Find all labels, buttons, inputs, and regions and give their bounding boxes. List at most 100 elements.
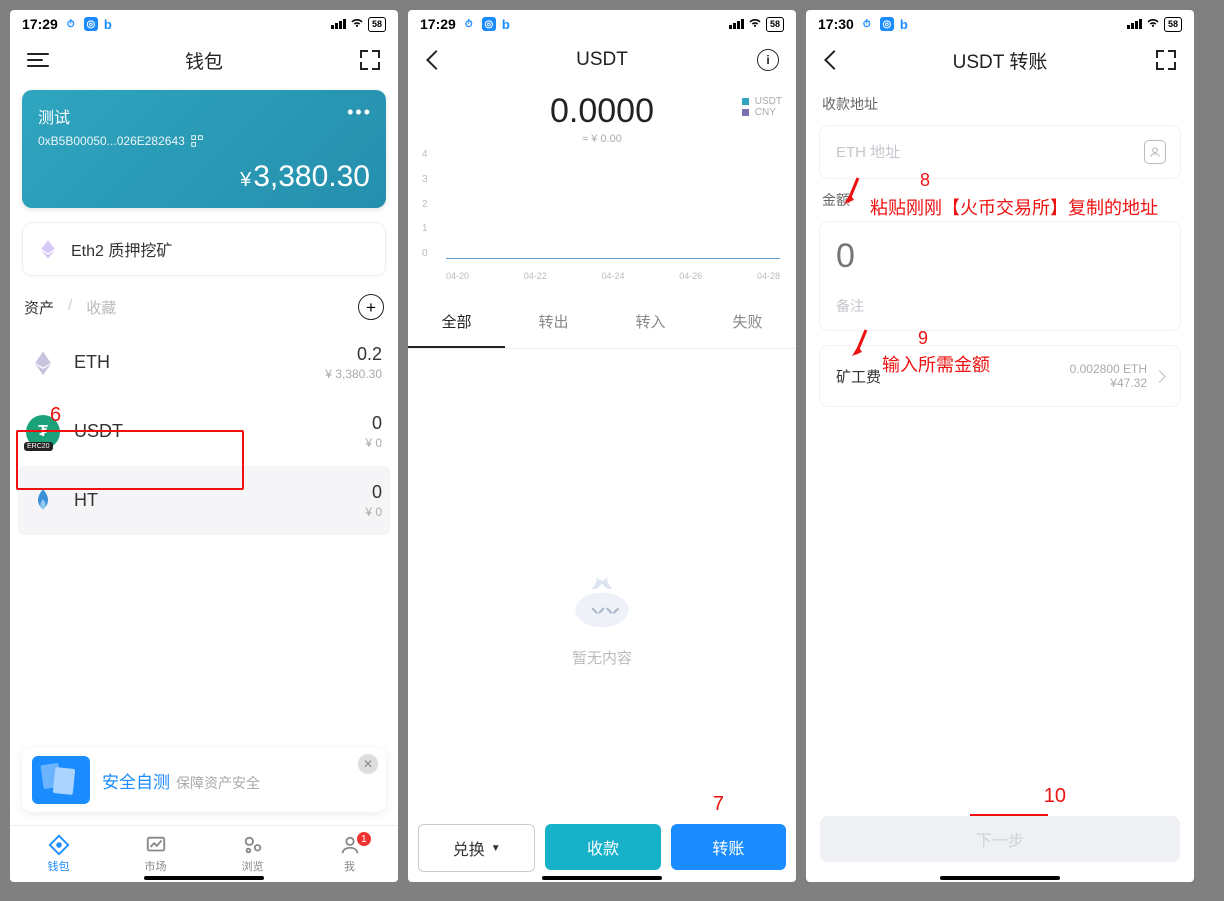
asset-row-usdt[interactable]: ₮ ERC20 USDT 0¥ 0: [22, 397, 386, 466]
nav-market[interactable]: 市场: [107, 826, 204, 882]
app-header: USDT i: [408, 38, 796, 82]
token-balance: 0.0000: [408, 92, 796, 131]
asset-fiat: ¥ 0: [365, 505, 382, 519]
tab-fail[interactable]: 失败: [699, 297, 796, 348]
swap-button[interactable]: 兑换▼: [418, 824, 535, 872]
wifi-icon: [350, 18, 364, 31]
contact-icon[interactable]: [1144, 140, 1166, 164]
tab-fav[interactable]: 收藏: [86, 297, 116, 318]
chevron-down-icon: ▼: [491, 843, 501, 854]
receive-button[interactable]: 收款: [545, 824, 660, 870]
scan-icon[interactable]: [356, 46, 384, 74]
header-title: 钱包: [10, 47, 398, 74]
status-time: 17:30: [818, 16, 854, 32]
recv-label: 收款地址: [806, 88, 1194, 120]
info-icon[interactable]: i: [754, 46, 782, 74]
doc-icon: [32, 756, 90, 804]
back-icon[interactable]: [422, 46, 450, 74]
tab-all[interactable]: 全部: [408, 297, 505, 348]
close-icon[interactable]: ✕: [358, 754, 378, 774]
tab-assets[interactable]: 资产: [24, 297, 54, 318]
more-icon[interactable]: •••: [347, 102, 372, 123]
menu-icon[interactable]: [24, 46, 52, 74]
chart-legend: USDT CNY: [742, 96, 782, 118]
battery-icon: 58: [1164, 17, 1182, 32]
phone-transfer: 17:30 ⏱ ◎ b 58 USDT 转账 收款地址: [806, 10, 1194, 882]
signal-icon: [729, 19, 744, 29]
x-tick: 04-24: [601, 271, 624, 281]
y-tick: 1: [422, 223, 428, 234]
next-button[interactable]: 下一步: [820, 816, 1180, 862]
eth-icon: [37, 238, 59, 260]
arrow-icon: [852, 328, 876, 356]
wallet-icon: [48, 834, 70, 856]
asset-row-ht[interactable]: HT 0 ¥ 0: [18, 466, 390, 535]
ht-token-icon: [26, 484, 60, 518]
b-icon: b: [104, 17, 112, 32]
clock-icon: ⏱: [860, 17, 874, 31]
asset-symbol: HT: [74, 490, 365, 511]
asset-symbol: USDT: [74, 421, 365, 442]
nav-browse[interactable]: 浏览: [204, 826, 301, 882]
nav-wallet[interactable]: 钱包: [10, 826, 107, 882]
app-badge-icon: ◎: [880, 17, 894, 31]
scan-icon[interactable]: [1152, 46, 1180, 74]
stake-label: Eth2 质押挖矿: [71, 237, 172, 261]
phone-wallet-home: 17:29 ⏱ ◎ b 58 钱包 测试 •••: [10, 10, 398, 882]
y-tick: 2: [422, 199, 428, 210]
memo-input[interactable]: [834, 297, 1170, 315]
status-bar: 17:29 ⏱ ◎ b 58: [408, 10, 796, 38]
wallet-address[interactable]: 0xB5B00050...026E282643: [38, 134, 370, 148]
amount-input[interactable]: [834, 236, 1170, 277]
x-tick: 04-22: [524, 271, 547, 281]
asset-fiat: ¥ 0: [365, 436, 382, 450]
annotation-6: 6: [50, 404, 61, 427]
app-badge-icon: ◎: [84, 17, 98, 31]
asset-row-eth[interactable]: ETH 0.2¥ 3,380.30: [22, 328, 386, 397]
status-bar: 17:29 ⏱ ◎ b 58: [10, 10, 398, 38]
signal-icon: [1127, 19, 1142, 29]
security-banner[interactable]: 安全自测保障资产安全 ✕: [22, 748, 386, 812]
tx-tabs: 全部 转出 转入 失败: [408, 297, 796, 349]
wallet-balance: ¥3,380.30: [38, 160, 370, 194]
wifi-icon: [748, 18, 762, 31]
b-icon: b: [502, 17, 510, 32]
whale-icon: [562, 563, 642, 633]
promo-subtitle: 保障资产安全: [176, 775, 260, 791]
back-icon[interactable]: [820, 46, 848, 74]
b-icon: b: [900, 17, 908, 32]
header-title: USDT: [408, 49, 796, 71]
tab-in[interactable]: 转入: [602, 297, 699, 348]
nav-me[interactable]: 1 我: [301, 826, 398, 882]
badge: 1: [357, 832, 371, 846]
status-time: 17:29: [420, 16, 456, 32]
add-asset-icon[interactable]: +: [358, 294, 384, 320]
browse-icon: [242, 834, 264, 856]
bottom-nav: 钱包 市场 浏览 1 我: [10, 825, 398, 882]
eth2-stake-row[interactable]: Eth2 质押挖矿: [22, 222, 386, 276]
app-header: 钱包: [10, 38, 398, 82]
header-title: USDT 转账: [806, 47, 1194, 74]
arrow-icon: [844, 176, 868, 204]
y-tick: 0: [422, 248, 428, 259]
asset-amount: 0.2: [325, 344, 382, 365]
wallet-name: 测试: [38, 104, 370, 128]
battery-icon: 58: [766, 17, 784, 32]
balance-chart: 4 3 2 1 0 04-20 04-22 04-24 04-26 04-28: [418, 149, 786, 289]
asset-amount: 0: [365, 413, 382, 434]
amount-field[interactable]: [820, 222, 1180, 330]
market-icon: [145, 834, 167, 856]
transfer-button[interactable]: 转账: [671, 824, 786, 870]
address-input[interactable]: [834, 143, 1144, 162]
address-field[interactable]: [820, 126, 1180, 178]
battery-icon: 58: [368, 17, 386, 32]
asset-amount: 0: [365, 482, 382, 503]
balance-block: 0.0000 ≈ ¥ 0.00 USDT CNY: [408, 82, 796, 149]
home-indicator: [542, 876, 662, 880]
eth-token-icon: [26, 346, 60, 380]
annotation-10: 10: [1044, 785, 1066, 808]
wallet-card[interactable]: 测试 ••• 0xB5B00050...026E282643 ¥3,380.30: [22, 90, 386, 208]
chart-line: [446, 258, 780, 259]
signal-icon: [331, 19, 346, 29]
tab-out[interactable]: 转出: [505, 297, 602, 348]
